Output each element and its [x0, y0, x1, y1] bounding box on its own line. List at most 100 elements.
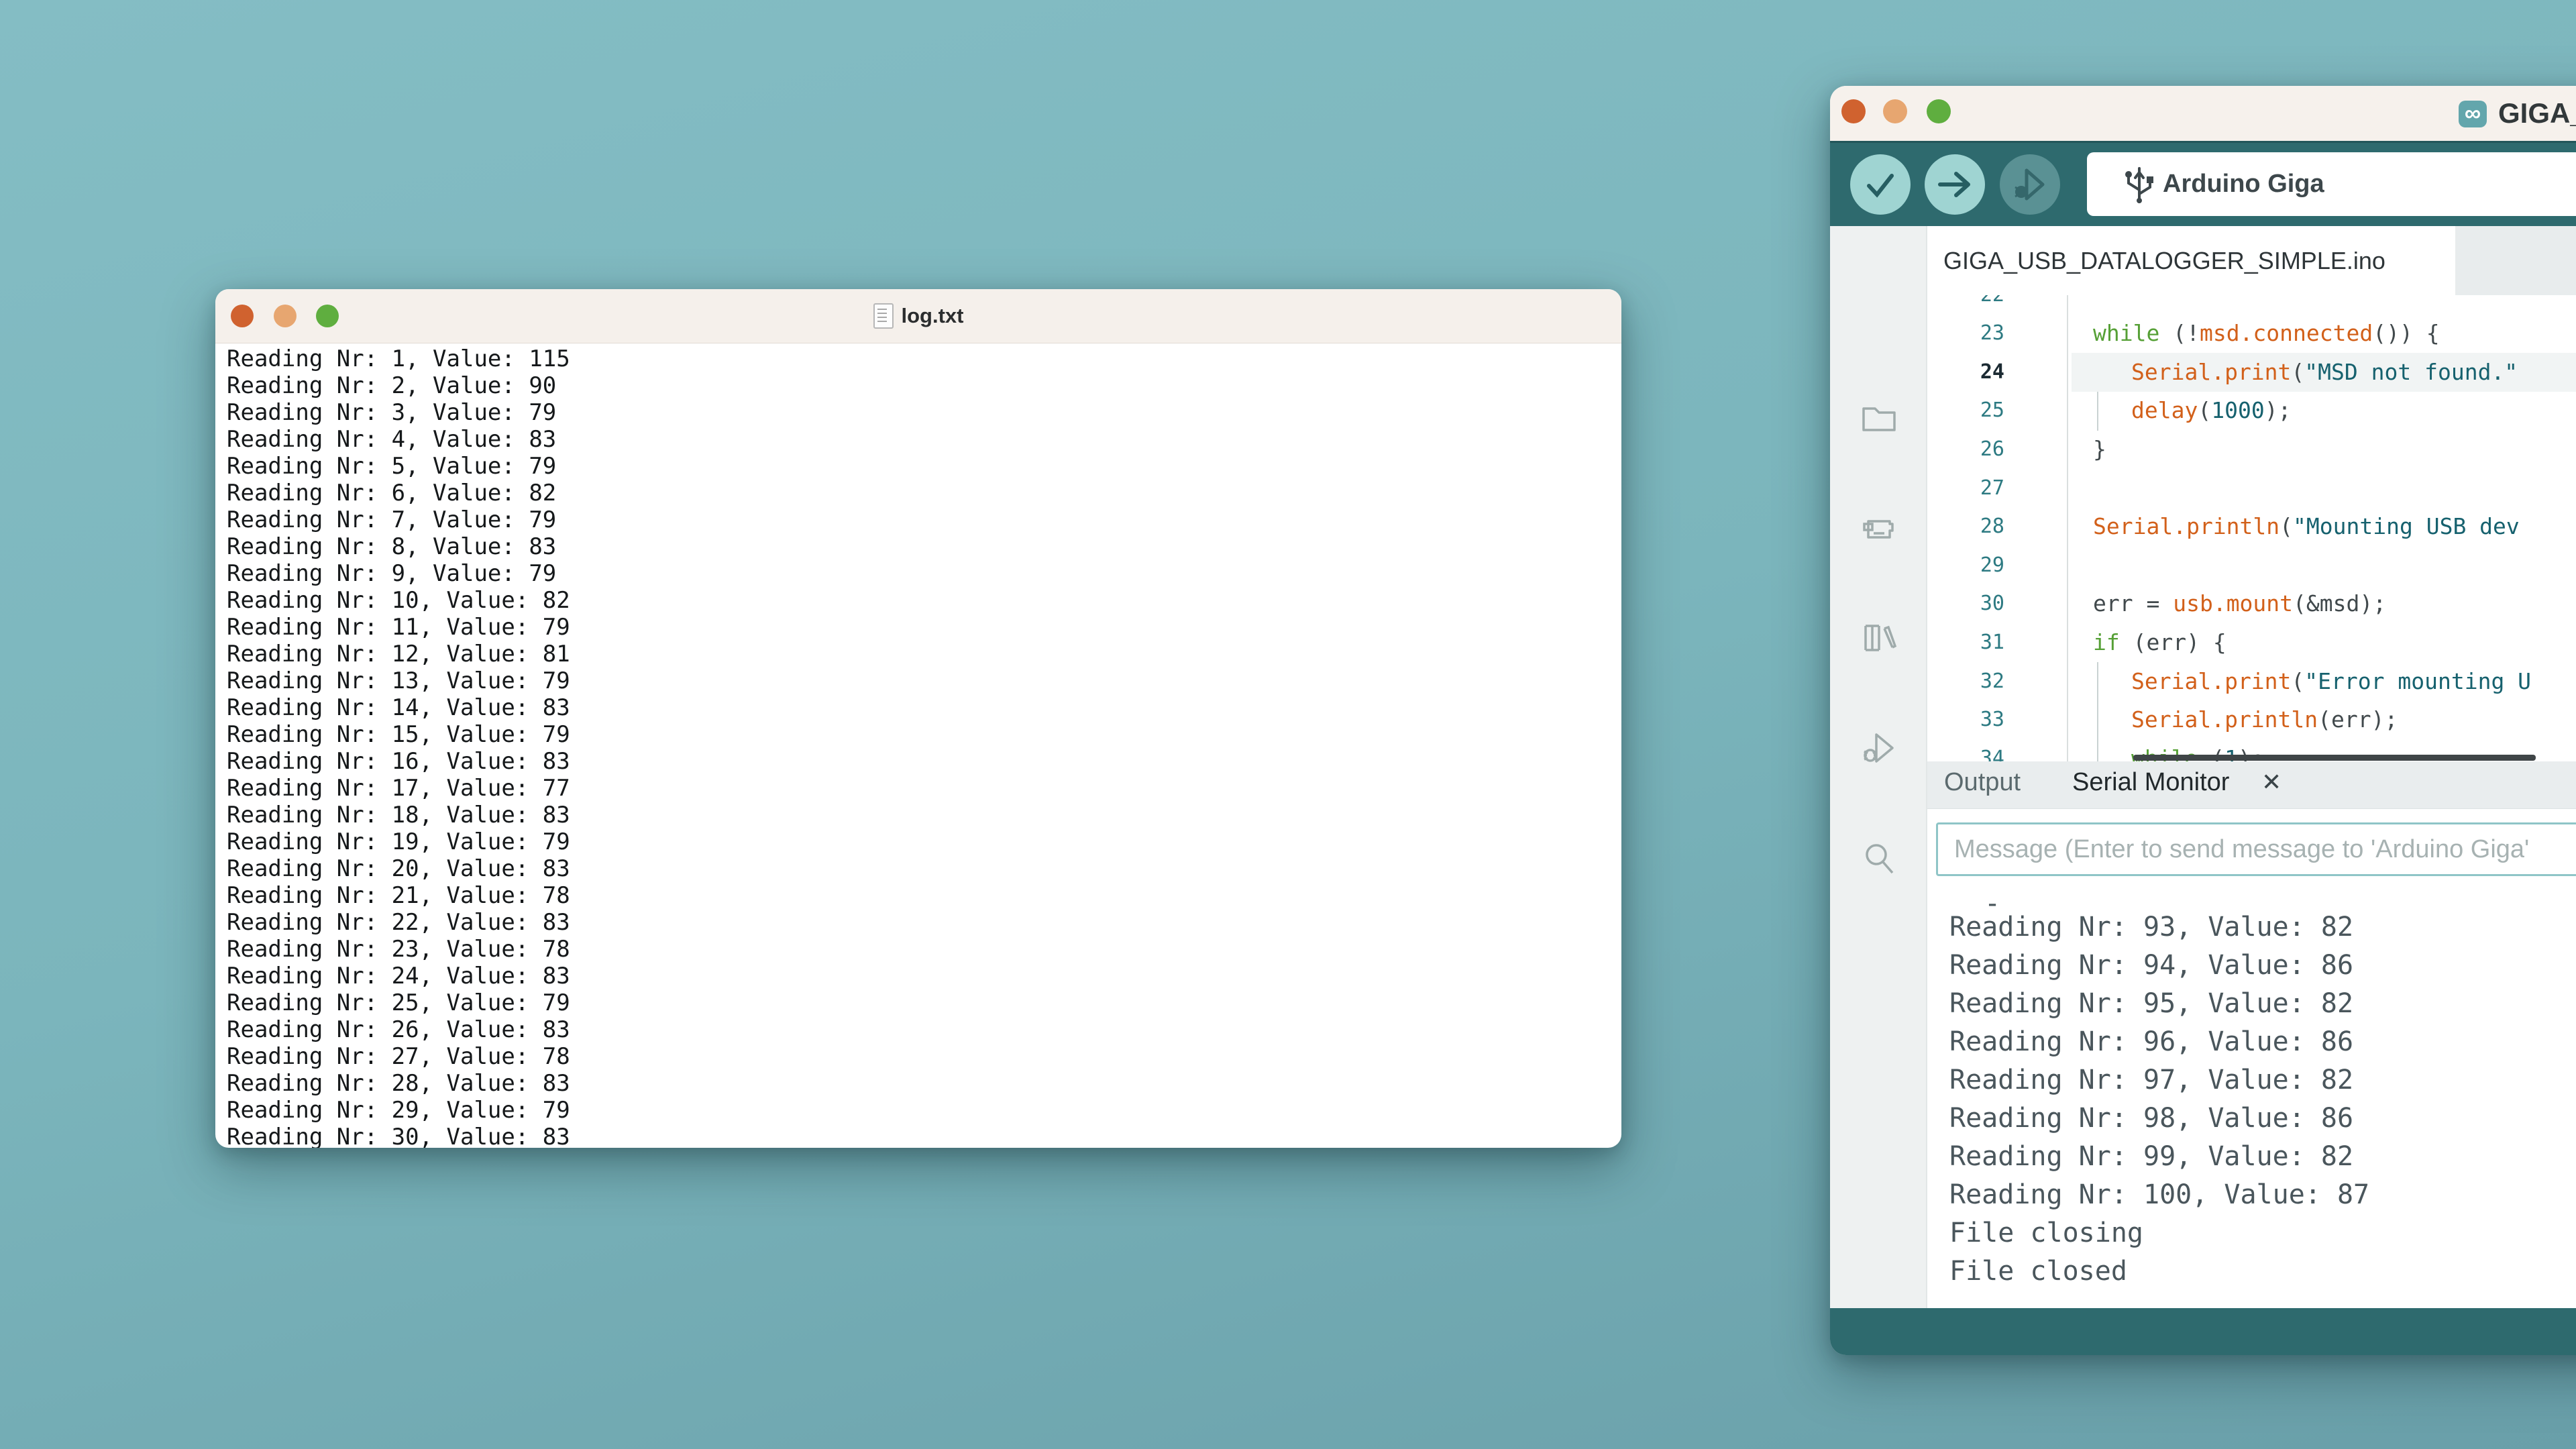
panel-tabbar: Output Serial Monitor ✕: [1927, 761, 2576, 809]
log-line: Reading Nr: 5, Value: 79: [227, 453, 1621, 480]
log-line: Reading Nr: 12, Value: 81: [227, 641, 1621, 667]
line-number: 27: [1927, 469, 2004, 508]
board-selector-label: Arduino Giga: [2163, 152, 2324, 216]
editor-tab-active[interactable]: GIGA_USB_DATALOGGER_SIMPLE.ino: [1927, 226, 2455, 295]
code-line[interactable]: 25delay(1000);: [1927, 391, 2576, 430]
bottom-panel: Output Serial Monitor ✕ - Reading Nr: 93…: [1927, 761, 2576, 1308]
ide-window-title: GIGA_: [2498, 97, 2576, 129]
debug-button[interactable]: [2000, 154, 2060, 215]
document-icon: [873, 303, 894, 329]
code-line[interactable]: 28Serial.println("Mounting USB dev: [1927, 507, 2576, 546]
log-line: Reading Nr: 23, Value: 78: [227, 936, 1621, 963]
log-line: Reading Nr: 28, Value: 83: [227, 1070, 1621, 1097]
code-text: Serial.println(err);: [2131, 700, 2398, 739]
editor-tabbar: GIGA_USB_DATALOGGER_SIMPLE.ino: [1927, 226, 2576, 295]
code-line[interactable]: 26}: [1927, 430, 2576, 469]
checkmark-icon: [1864, 168, 1897, 201]
close-button[interactable]: [231, 305, 254, 327]
code-line[interactable]: 23 while (!msd.connected()) {: [1927, 314, 2576, 353]
debug-icon: [2012, 166, 2048, 203]
sketchbook-folder-icon[interactable]: [1860, 399, 1898, 437]
desktop: log.txt Reading Nr: 1, Value: 115Reading…: [0, 0, 2576, 1449]
log-line: Reading Nr: 6, Value: 82: [227, 480, 1621, 506]
code-text: }: [2093, 430, 2106, 469]
code-line[interactable]: 31 if (err) {: [1927, 623, 2576, 662]
log-line: Reading Nr: 27, Value: 78: [227, 1043, 1621, 1070]
serial-line: Reading Nr: 99, Value: 82: [1949, 1138, 2576, 1176]
code-line[interactable]: 33 Serial.println(err);: [1927, 700, 2576, 739]
log-line: Reading Nr: 16, Value: 83: [227, 748, 1621, 775]
boards-manager-icon[interactable]: [1860, 511, 1898, 548]
zoom-button[interactable]: [1927, 99, 1951, 123]
zoom-button[interactable]: [316, 305, 339, 327]
log-line: Reading Nr: 21, Value: 78: [227, 882, 1621, 909]
log-line: Reading Nr: 24, Value: 83: [227, 963, 1621, 989]
code-line[interactable]: 30 err = usb.mount(&msd);: [1927, 584, 2576, 623]
line-number: 24: [1927, 353, 2004, 392]
horizontal-scrollbar[interactable]: [2133, 755, 2536, 761]
arduino-ide-window: ∞ GIGA_: [1830, 86, 2576, 1355]
line-number: 33: [1927, 700, 2004, 739]
usb-icon: [2121, 163, 2158, 205]
line-number: 34: [1927, 739, 2004, 761]
arduino-logo-icon: ∞: [2459, 101, 2487, 127]
code-line[interactable]: 22: [1927, 295, 2576, 315]
log-line: Reading Nr: 8, Value: 83: [227, 533, 1621, 560]
code-text: if (err) {: [2093, 623, 2226, 662]
log-line: Reading Nr: 30, Value: 83: [227, 1124, 1621, 1148]
log-line: Reading Nr: 18, Value: 83: [227, 802, 1621, 828]
line-number: 32: [1927, 662, 2004, 701]
close-button[interactable]: [1841, 99, 1866, 123]
serial-message-input[interactable]: [1936, 822, 2576, 876]
log-line: Reading Nr: 13, Value: 79: [227, 667, 1621, 694]
log-line: Reading Nr: 9, Value: 79: [227, 560, 1621, 587]
ide-activity-sidebar: [1830, 226, 1927, 1308]
log-window-titlebar[interactable]: log.txt: [215, 289, 1621, 343]
line-number: 31: [1927, 623, 2004, 662]
minimize-button[interactable]: [274, 305, 297, 327]
log-line: Reading Nr: 29, Value: 79: [227, 1097, 1621, 1124]
serial-line: File closed: [1949, 1252, 2576, 1291]
serial-monitor-output[interactable]: Reading Nr: 93, Value: 82Reading Nr: 94,…: [1949, 908, 2576, 1308]
board-selector[interactable]: Arduino Giga: [2087, 152, 2576, 216]
code-editor[interactable]: 2223while (!msd.connected()) {24Serial.p…: [1927, 295, 2576, 761]
debug-panel-icon[interactable]: [1860, 729, 1898, 767]
log-line: Reading Nr: 17, Value: 77: [227, 775, 1621, 802]
log-line: Reading Nr: 20, Value: 83: [227, 855, 1621, 882]
code-text: delay(1000);: [2131, 391, 2291, 430]
library-manager-icon[interactable]: [1860, 619, 1898, 657]
code-line[interactable]: 32Serial.print("Error mounting U: [1927, 662, 2576, 701]
log-line: Reading Nr: 11, Value: 79: [227, 614, 1621, 641]
serial-line: Reading Nr: 97, Value: 82: [1949, 1061, 2576, 1099]
serial-line: Reading Nr: 94, Value: 86: [1949, 947, 2576, 985]
tab-output[interactable]: Output: [1944, 761, 2021, 808]
serial-line: File closing: [1949, 1214, 2576, 1252]
log-line: Reading Nr: 1, Value: 115: [227, 345, 1621, 372]
line-number: 23: [1927, 314, 2004, 353]
verify-button[interactable]: [1850, 154, 1911, 215]
log-line: Reading Nr: 19, Value: 79: [227, 828, 1621, 855]
code-text: Serial.println("Mounting USB dev: [2093, 507, 2520, 546]
code-line[interactable]: 29: [1927, 546, 2576, 585]
arrow-right-icon: [1937, 167, 1972, 202]
line-number: 22: [1927, 295, 2004, 315]
log-line: Reading Nr: 7, Value: 79: [227, 506, 1621, 533]
serial-line: Reading Nr: 93, Value: 82: [1949, 908, 2576, 947]
search-icon[interactable]: [1860, 839, 1898, 877]
line-number: 29: [1927, 546, 2004, 585]
log-line: Reading Nr: 22, Value: 83: [227, 909, 1621, 936]
ide-titlebar[interactable]: ∞ GIGA_: [1830, 86, 2576, 141]
code-line[interactable]: 24Serial.print("MSD not found.": [1927, 353, 2576, 392]
minimize-button[interactable]: [1883, 99, 1907, 123]
serial-line: Reading Nr: 98, Value: 86: [1949, 1099, 2576, 1138]
upload-button[interactable]: [1925, 154, 1985, 215]
close-serial-monitor-icon[interactable]: ✕: [2261, 761, 2282, 808]
tab-serial-monitor[interactable]: Serial Monitor: [2072, 761, 2229, 808]
code-text: while (!msd.connected()) {: [2093, 314, 2440, 353]
code-line[interactable]: 27: [1927, 469, 2576, 508]
log-line: Reading Nr: 14, Value: 83: [227, 694, 1621, 721]
code-text: err = usb.mount(&msd);: [2093, 584, 2386, 623]
log-file-content[interactable]: Reading Nr: 1, Value: 115Reading Nr: 2, …: [215, 343, 1621, 1148]
line-number: 30: [1927, 584, 2004, 623]
ide-statusbar: [1830, 1308, 2576, 1355]
